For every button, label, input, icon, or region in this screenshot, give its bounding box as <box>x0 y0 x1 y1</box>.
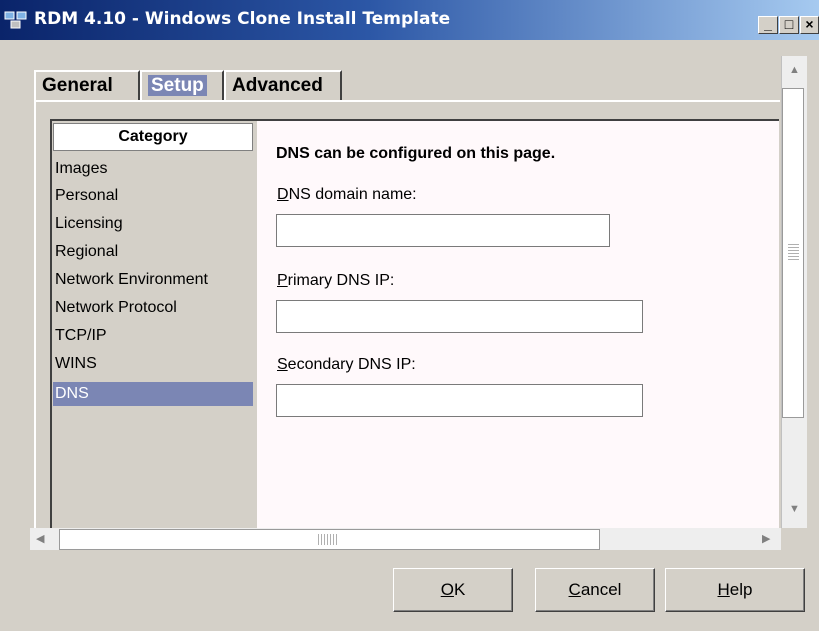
category-item-personal[interactable]: Personal <box>53 184 253 208</box>
scroll-down-icon[interactable]: ▼ <box>789 503 800 515</box>
minimize-button[interactable]: _ <box>758 16 778 34</box>
horizontal-grip-icon <box>318 534 338 545</box>
tab-general-label: General <box>42 75 113 96</box>
category-item-regional[interactable]: Regional <box>53 240 253 264</box>
dns-heading: DNS can be configured on this page. <box>276 145 556 162</box>
tab-advanced[interactable]: Advanced <box>224 70 342 100</box>
category-item-images[interactable]: Images <box>53 157 253 181</box>
primary-dns-input[interactable] <box>276 300 643 333</box>
category-item-network-protocol[interactable]: Network Protocol <box>53 296 253 320</box>
vertical-grip-icon <box>788 244 799 262</box>
primary-dns-label: Primary DNS IP: <box>277 272 395 289</box>
tab-advanced-label: Advanced <box>232 75 323 96</box>
scroll-right-icon[interactable]: ▶ <box>762 532 770 545</box>
tab-setup[interactable]: Setup <box>140 70 224 100</box>
category-item-licensing[interactable]: Licensing <box>53 212 253 236</box>
scroll-left-icon[interactable]: ◀ <box>36 532 44 545</box>
help-button[interactable]: Help <box>665 568 805 612</box>
category-item-wins[interactable]: WINS <box>53 352 253 376</box>
scroll-up-icon[interactable]: ▲ <box>789 64 800 76</box>
tab-setup-label: Setup <box>148 75 207 96</box>
ok-button[interactable]: OK <box>393 568 513 612</box>
category-item-dns[interactable]: DNS <box>53 382 253 406</box>
category-item-network-environment[interactable]: Network Environment <box>53 268 253 292</box>
title-bar[interactable]: RDM 4.10 - Windows Clone Install Templat… <box>0 0 819 40</box>
close-button[interactable]: × <box>800 16 819 34</box>
dns-domain-input[interactable] <box>276 214 610 247</box>
tab-general[interactable]: General <box>34 70 140 100</box>
category-item-tcpip[interactable]: TCP/IP <box>53 324 253 348</box>
cancel-button[interactable]: Cancel <box>535 568 655 612</box>
category-header: Category <box>53 123 253 151</box>
maximize-button[interactable]: □ <box>779 16 799 34</box>
secondary-dns-input[interactable] <box>276 384 643 417</box>
secondary-dns-label: Secondary DNS IP: <box>277 356 416 373</box>
window-title: RDM 4.10 - Windows Clone Install Templat… <box>34 9 451 29</box>
dns-domain-label: DNS domain name: <box>277 186 417 203</box>
app-icon <box>4 11 27 29</box>
